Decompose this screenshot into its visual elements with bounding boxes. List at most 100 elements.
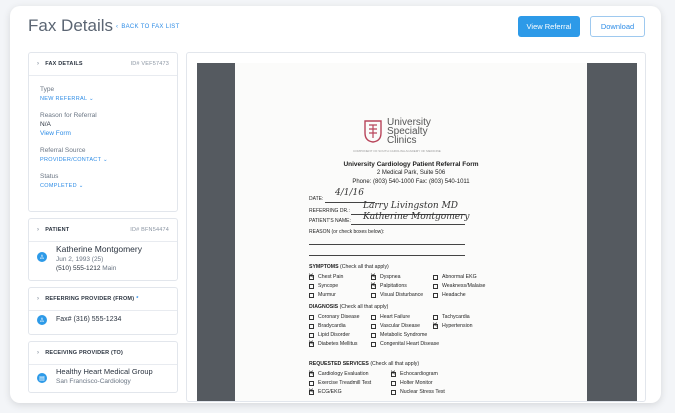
patient-card: › PATIENT ID# BFN54474 ♙ Katherine Montg… (28, 218, 178, 281)
patient-id: ID# BFN54474 (130, 227, 169, 233)
checkbox-label: Congenital Heart Disease (380, 341, 440, 347)
checkbox-option: Dyspnea (370, 272, 400, 281)
chevron-right-icon: › (37, 296, 40, 302)
status-dropdown[interactable]: COMPLETED ⌄ (40, 183, 177, 189)
fax-viewer[interactable]: University Specialty Clinics COMPONENT O… (186, 52, 646, 402)
reason-label: Reason for Referral (40, 112, 97, 119)
view-form-link[interactable]: View Form (40, 130, 177, 137)
checkbox-option: Weakness/Malaise (433, 283, 485, 289)
checkbox-option: Abnormal EKG (433, 274, 477, 280)
patient-info: ♙ Katherine Montgomery Jun 2, 1993 (25) … (29, 242, 177, 282)
checkbox-label: Bradycardia (318, 323, 346, 329)
date-label: DATE: (309, 196, 324, 202)
checked-box-icon (308, 339, 314, 347)
patient-name[interactable]: Katherine Montgomery (56, 244, 142, 254)
checked-box-icon (370, 281, 376, 289)
chevron-left-icon: ‹ (116, 24, 119, 30)
view-referral-button[interactable]: View Referral (518, 16, 580, 37)
unchecked-box-icon (433, 292, 438, 298)
checkbox-option: Heart Failure (371, 314, 410, 320)
source-label: Referral Source (40, 147, 86, 154)
receiving-provider-heading: RECEIVING PROVIDER (TO) (45, 350, 124, 356)
page-title: Fax Details (28, 16, 114, 35)
checkbox-option: Cardiology Evaluation (308, 369, 369, 378)
diagnosis-heading: DIAGNOSIS (Check all that apply) (309, 304, 389, 310)
fax-page: University Specialty Clinics COMPONENT O… (235, 63, 587, 401)
fax-id: ID# VEF57473 (130, 61, 169, 67)
form-title: University Cardiology Patient Referral F… (343, 161, 479, 168)
checkbox-option: Diabetes Mellitus (308, 339, 358, 348)
unchecked-box-icon (309, 332, 314, 338)
page-header: Fax Details ‹ BACK TO FAX LIST View Refe… (10, 6, 661, 46)
checkbox-option: Coronary Disease (309, 314, 360, 320)
unchecked-box-icon (309, 283, 314, 289)
checkbox-label: Echocardiogram (400, 371, 438, 377)
unchecked-box-icon (371, 314, 376, 320)
unchecked-box-icon (371, 332, 376, 338)
checkbox-label: Tachycardia (442, 314, 470, 320)
fax-details-header[interactable]: › FAX DETAILS ID# VEF57473 (29, 53, 177, 75)
checkbox-label: Murmur (318, 292, 336, 298)
symptoms-heading: SYMPTOMS (Check all that apply) (309, 264, 389, 270)
patient-header[interactable]: › PATIENT ID# BFN54474 (29, 219, 177, 241)
checkbox-label: ECG/EKG (318, 389, 342, 395)
unchecked-box-icon (371, 292, 376, 298)
checkbox-label: Coronary Disease (318, 314, 360, 320)
reason-line (309, 244, 465, 245)
checkbox-label: Headache (442, 292, 466, 298)
logo-tagline: COMPONENT OF SOUTH CAROLINA ACADEMY OF M… (353, 149, 441, 153)
checkbox-option: Headache (433, 292, 466, 298)
checkbox-option: Holter Monitor (391, 380, 433, 386)
checkbox-option: Lipid Disorder (309, 332, 350, 338)
checked-box-icon (308, 369, 314, 377)
checkbox-label: Abnormal EKG (442, 274, 477, 280)
chevron-down-icon: ⌄ (78, 183, 84, 189)
reason-line (309, 255, 465, 256)
checkbox-label: Cardiology Evaluation (318, 371, 369, 377)
referring-provider-header[interactable]: › REFERRING PROVIDER (FROM) * (29, 288, 177, 310)
referring-dr-label: REFERRING DR.: (309, 208, 350, 214)
university-logo-icon (364, 120, 382, 143)
referring-dr-value: Larry Livingston MD (363, 201, 459, 211)
patient-name-value: Katherine Montgomery (363, 212, 470, 222)
services-heading: REQUESTED SERVICES (Check all that apply… (309, 361, 420, 367)
reason-value: N/A (40, 121, 51, 128)
reason-label: REASON (or check boxes below): (309, 229, 385, 235)
app-window: Fax Details ‹ BACK TO FAX LIST View Refe… (10, 6, 661, 403)
chevron-right-icon: › (37, 350, 40, 356)
chevron-right-icon: › (37, 61, 40, 67)
unchecked-box-icon (371, 323, 376, 329)
checkbox-option: Metabolic Syndrome (371, 332, 427, 338)
unchecked-box-icon (391, 380, 396, 386)
checkbox-option: Hypertension (432, 321, 473, 330)
checkbox-label: Syncope (318, 283, 339, 289)
back-link-label: BACK TO FAX LIST (121, 24, 180, 30)
receiving-provider-name[interactable]: Healthy Heart Medical Group (56, 367, 153, 376)
download-button[interactable]: Download (590, 16, 645, 37)
checkbox-option: Exercise Treadmill Test (309, 380, 371, 386)
fax-details-card: › FAX DETAILS ID# VEF57473 Type NEW REFE… (28, 52, 178, 212)
checkbox-option: Murmur (309, 292, 336, 298)
unchecked-box-icon (433, 274, 438, 280)
receiving-provider-header[interactable]: › RECEIVING PROVIDER (TO) (29, 342, 177, 364)
checkbox-label: Weakness/Malaise (442, 283, 486, 289)
checkbox-option: Syncope (309, 283, 338, 289)
patient-dob: Jun 2, 1993 (25) (56, 256, 104, 263)
checkbox-option: Tachycardia (433, 314, 470, 320)
person-icon: ♙ (37, 252, 47, 262)
unchecked-box-icon (371, 341, 376, 347)
back-to-fax-list-link[interactable]: ‹ BACK TO FAX LIST (116, 24, 180, 30)
checkbox-label: Lipid Disorder (318, 332, 351, 338)
patient-name-line (351, 224, 465, 225)
checkbox-option: Bradycardia (309, 323, 346, 329)
checkbox-label: Exercise Treadmill Test (318, 380, 372, 386)
required-mark: * (136, 296, 139, 302)
referring-fax: Fax# (316) 555-1234 (56, 315, 122, 323)
unchecked-box-icon (433, 283, 438, 289)
referring-provider-heading: REFERRING PROVIDER (FROM) (45, 296, 135, 302)
date-value: 4/1/16 (335, 188, 364, 198)
logo-text: University Specialty Clinics (387, 117, 431, 146)
checkbox-label: Metabolic Syndrome (380, 332, 428, 338)
unchecked-box-icon (309, 314, 314, 320)
clipboard-icon: ▤ (37, 373, 47, 383)
